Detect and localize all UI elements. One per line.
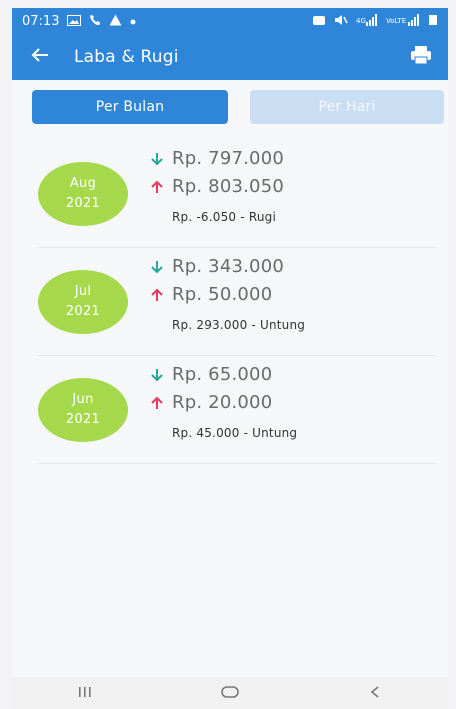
badge-month: Aug <box>69 176 97 191</box>
badge-month: Jun <box>72 392 94 407</box>
recent-apps-button[interactable] <box>65 679 105 707</box>
expense-row: Rp. 20.000 <box>148 392 272 413</box>
status-bar-right: 4G VoLTE <box>312 14 438 28</box>
back-button[interactable] <box>24 41 56 73</box>
svg-text:4G: 4G <box>356 17 366 25</box>
main-content: Per Bulan Per Hari Aug 2021 Rp. 797.000 … <box>12 80 448 677</box>
result-summary: Rp. 45.000 - Untung <box>172 426 298 440</box>
arrow-up-icon <box>148 396 166 410</box>
status-bar: 07:13 4G VoLTE <box>12 8 448 34</box>
badge-year: 2021 <box>65 412 101 427</box>
badge-month: Jul <box>74 284 92 299</box>
expense-amount: Rp. 803.050 <box>172 176 285 197</box>
list-item[interactable]: Aug 2021 Rp. 797.000 Rp. 803.050 Rp. -6.… <box>38 140 436 248</box>
income-row: Rp. 65.000 <box>148 364 272 385</box>
income-amount: Rp. 343.000 <box>172 256 285 277</box>
gallery-notification-icon <box>67 14 82 28</box>
volte-label: VoLTE <box>386 17 406 25</box>
mute-icon <box>334 14 348 28</box>
tab-per-bulan[interactable]: Per Bulan <box>32 90 228 124</box>
arrow-down-icon <box>148 260 166 274</box>
income-row: Rp. 343.000 <box>148 256 284 277</box>
badge-year: 2021 <box>65 304 101 319</box>
month-badge: Aug 2021 <box>38 162 128 226</box>
expense-row: Rp. 803.050 <box>148 176 284 197</box>
income-amount: Rp. 65.000 <box>172 364 273 385</box>
expense-amount: Rp. 50.000 <box>172 284 273 305</box>
home-icon <box>220 684 240 703</box>
recent-apps-icon <box>77 684 93 703</box>
print-button[interactable] <box>406 42 436 72</box>
arrow-left-icon <box>31 47 49 67</box>
arrow-down-icon <box>148 368 166 382</box>
arrow-down-icon <box>148 152 166 166</box>
expense-amount: Rp. 20.000 <box>172 392 273 413</box>
result-summary: Rp. 293.000 - Untung <box>172 318 306 332</box>
status-time: 07:13 <box>22 13 60 29</box>
status-bar-left: 07:13 <box>22 14 136 29</box>
page-title: Laba & Rugi <box>74 47 179 67</box>
arrow-up-icon <box>148 288 166 302</box>
signal-sim2-icon: VoLTE <box>386 14 420 28</box>
income-amount: Rp. 797.000 <box>172 148 285 169</box>
signal-sim1-icon: 4G <box>356 14 378 28</box>
dot-notification-icon <box>130 15 136 27</box>
warning-notification-icon <box>109 14 122 28</box>
system-navigation-bar <box>12 677 448 709</box>
home-button[interactable] <box>210 679 250 707</box>
month-badge: Jul 2021 <box>38 270 128 334</box>
profit-loss-list: Aug 2021 Rp. 797.000 Rp. 803.050 Rp. -6.… <box>38 140 436 464</box>
month-badge: Jun 2021 <box>38 378 128 442</box>
printer-icon <box>410 45 432 69</box>
period-segmented-control: Per Bulan Per Hari <box>32 90 444 124</box>
app-bar: Laba & Rugi <box>12 34 448 80</box>
back-icon <box>369 684 381 703</box>
alarm-icon <box>312 14 326 28</box>
expense-row: Rp. 50.000 <box>148 284 272 305</box>
phone-notification-icon <box>89 14 101 28</box>
tab-per-hari[interactable]: Per Hari <box>250 90 444 124</box>
list-item[interactable]: Jun 2021 Rp. 65.000 Rp. 20.000 Rp. 45.00… <box>38 356 436 464</box>
result-summary: Rp. -6.050 - Rugi <box>172 210 276 224</box>
nav-back-button[interactable] <box>355 679 395 707</box>
badge-year: 2021 <box>65 196 101 211</box>
battery-icon <box>428 14 438 28</box>
income-row: Rp. 797.000 <box>148 148 284 169</box>
arrow-up-icon <box>148 180 166 194</box>
list-item[interactable]: Jul 2021 Rp. 343.000 Rp. 50.000 Rp. 293.… <box>38 248 436 356</box>
